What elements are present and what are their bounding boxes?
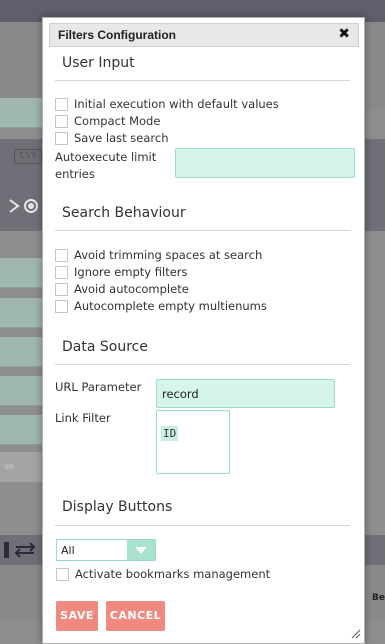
save-button[interactable]: SAVE — [56, 601, 98, 631]
url-parameter-input[interactable]: record — [156, 379, 335, 408]
background-field — [0, 258, 45, 288]
record-icon — [9, 199, 38, 213]
section-divider — [55, 80, 350, 81]
url-parameter-label: URL Parameter — [55, 380, 142, 394]
checkbox[interactable] — [55, 131, 68, 145]
section-divider — [55, 525, 350, 526]
section-title-search-behaviour: Search Behaviour — [62, 205, 186, 221]
background-toolbar-icons — [8, 196, 40, 216]
checkbox-autocomplete-empty-multienums[interactable]: Autocomplete empty multienums — [55, 298, 267, 314]
link-filter-listbox[interactable]: ID — [156, 410, 230, 474]
background-field — [0, 376, 45, 406]
checkbox-label: Initial execution with default values — [74, 97, 279, 111]
checkbox-activate-bookmarks[interactable]: Activate bookmarks management — [56, 566, 270, 582]
section-title-user-input: User Input — [62, 55, 135, 71]
background-pale-field: on — [0, 452, 45, 482]
cancel-button[interactable]: CANCEL — [106, 601, 165, 631]
checkbox-label: Save last search — [74, 131, 169, 145]
checkbox-label: Activate bookmarks management — [75, 567, 271, 581]
checkbox-ignore-empty-filters[interactable]: Ignore empty filters — [55, 264, 188, 280]
checkbox-label: Compact Mode — [74, 114, 161, 128]
checkbox-label: Avoid autocomplete — [74, 282, 189, 296]
chevron-down-icon[interactable] — [127, 540, 155, 560]
swap-icon — [2, 540, 38, 560]
autoexecute-limit-label: Autoexecute limit — [55, 150, 157, 164]
checkbox-avoid-autocomplete[interactable]: Avoid autocomplete — [55, 281, 189, 297]
autoexecute-entries-label: entries — [55, 167, 95, 181]
background-edge-text: Be — [372, 593, 385, 603]
background-field — [0, 337, 45, 367]
section-divider — [55, 364, 350, 365]
checkbox-label: Ignore empty filters — [74, 265, 188, 279]
link-filter-option[interactable]: ID — [161, 426, 179, 441]
checkbox[interactable] — [55, 97, 68, 111]
section-divider — [55, 230, 350, 231]
background-field — [0, 298, 45, 328]
checkbox-initial-execution[interactable]: Initial execution with default values — [55, 96, 279, 112]
dialog-title: Filters Configuration — [58, 28, 176, 42]
select-value: All — [61, 544, 75, 557]
background-field — [0, 98, 45, 128]
checkbox[interactable] — [55, 299, 68, 313]
section-title-display-buttons: Display Buttons — [62, 499, 173, 515]
link-filter-label: Link Filter — [55, 411, 111, 425]
background-css-badge: CSS — [14, 149, 42, 164]
background-field — [0, 415, 45, 445]
checkbox[interactable] — [55, 265, 68, 279]
section-title-data-source: Data Source — [62, 339, 148, 355]
autoexecute-limit-input[interactable] — [175, 148, 355, 178]
checkbox[interactable] — [55, 282, 68, 296]
checkbox[interactable] — [55, 114, 68, 128]
display-buttons-select[interactable]: All — [56, 539, 156, 561]
checkbox-label: Avoid trimming spaces at search — [74, 248, 263, 262]
checkbox[interactable] — [56, 567, 69, 581]
checkbox-save-last-search[interactable]: Save last search — [55, 130, 168, 146]
checkbox-compact-mode[interactable]: Compact Mode — [55, 113, 160, 129]
dialog-header: Filters Configuration ✖ — [49, 23, 359, 47]
resize-grip-icon[interactable] — [351, 629, 361, 639]
close-icon[interactable]: ✖ — [338, 26, 350, 42]
checkbox-avoid-trimming[interactable]: Avoid trimming spaces at search — [55, 247, 262, 263]
checkbox-label: Autocomplete empty multienums — [74, 299, 267, 313]
checkbox[interactable] — [55, 248, 68, 262]
